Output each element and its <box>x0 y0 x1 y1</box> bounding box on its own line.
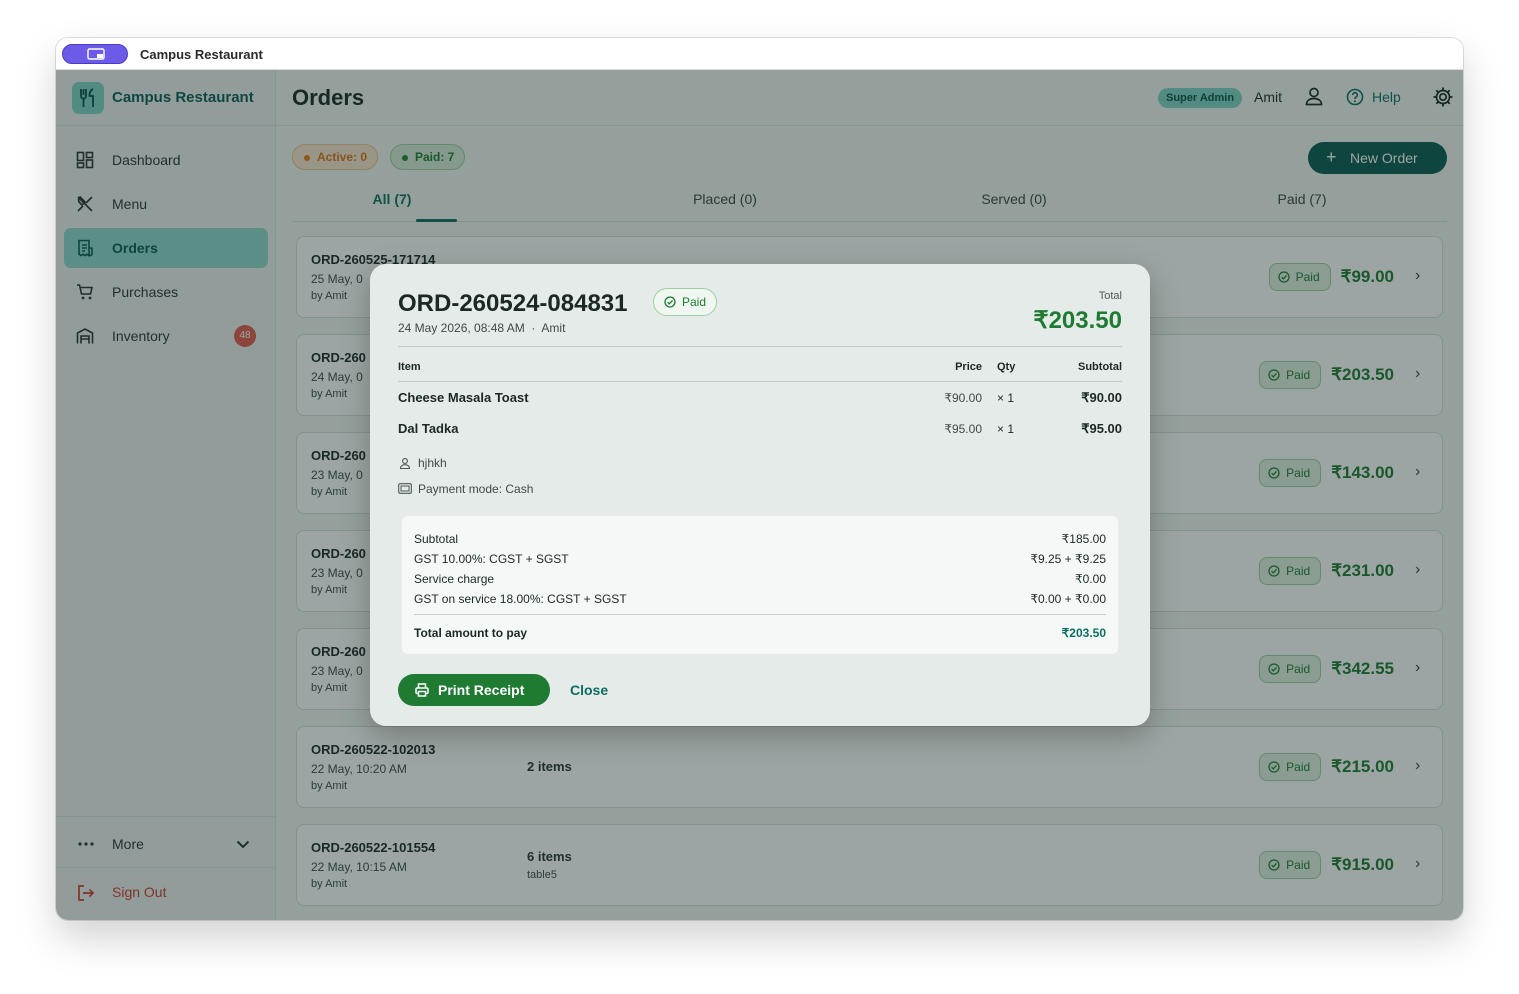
modal-order-id: ORD-260524-084831 <box>398 290 628 317</box>
screen-icon <box>87 48 105 60</box>
item-qty: × 1 <box>997 391 1015 405</box>
print-receipt-label: Print Receipt <box>438 682 525 698</box>
window-title: Campus Restaurant <box>140 47 263 62</box>
column-header-qty: Qty <box>997 361 1016 373</box>
item-name: Dal Tadka <box>398 421 459 436</box>
modal-total-amount: ₹203.50 <box>1033 307 1122 334</box>
close-button[interactable]: Close <box>570 682 608 698</box>
title-bar: Campus Restaurant <box>56 38 1463 70</box>
summary-value: ₹9.25 + ₹9.25 <box>1030 552 1106 566</box>
summary-value: ₹185.00 <box>1061 532 1106 546</box>
summary-row: Service charge ₹0.00 <box>414 572 1106 586</box>
payment-mode: Payment mode: Cash <box>418 482 534 496</box>
printer-icon <box>415 683 429 697</box>
app-window: Campus Restaurant Campus Restaurant Dash… <box>56 38 1463 920</box>
summary-label: Subtotal <box>414 532 459 546</box>
summary-value: ₹0.00 + ₹0.00 <box>1030 592 1106 606</box>
item-price: ₹95.00 <box>944 422 982 436</box>
summary-label: GST 10.00%: CGST + SGST <box>414 552 569 566</box>
summary-row: Subtotal ₹185.00 <box>414 532 1106 546</box>
print-receipt-button[interactable]: Print Receipt <box>398 674 550 706</box>
item-subtotal: ₹95.00 <box>1081 421 1122 436</box>
bill-summary: Subtotal ₹185.00 GST 10.00%: CGST + SGST ₹… <box>402 516 1118 654</box>
window-indicator[interactable] <box>62 44 128 64</box>
person-icon <box>399 458 411 469</box>
modal-status-badge: Paid <box>653 288 718 316</box>
modal-status-label: Paid <box>682 295 707 309</box>
modal-divider <box>398 346 1122 347</box>
modal-order-meta: 24 May 2026, 08:48 AM · Amit <box>398 321 566 335</box>
summary-row: GST on service 18.00%: CGST + SGST ₹0.00 … <box>414 592 1106 606</box>
summary-divider <box>414 614 1106 615</box>
item-subtotal: ₹90.00 <box>1081 390 1122 405</box>
column-header-subtotal: Subtotal <box>1078 361 1122 373</box>
order-detail-modal: ORD-260524-084831 Paid 24 May 2026, 08:4… <box>370 264 1150 726</box>
table-header-divider <box>398 381 1122 382</box>
item-name: Cheese Masala Toast <box>398 390 529 405</box>
summary-label: GST on service 18.00%: CGST + SGST <box>414 592 627 606</box>
summary-row: GST 10.00%: CGST + SGST ₹9.25 + ₹9.25 <box>414 552 1106 566</box>
modal-total-label: Total <box>1098 290 1122 302</box>
check-circle-icon <box>664 296 676 308</box>
total-to-pay-value: ₹203.50 <box>1061 626 1106 640</box>
total-to-pay-row: Total amount to pay ₹203.50 <box>414 626 1106 640</box>
summary-value: ₹0.00 <box>1075 572 1106 586</box>
column-header-price: Price <box>955 361 982 373</box>
item-qty: × 1 <box>997 422 1015 436</box>
column-header-item: Item <box>398 361 421 373</box>
customer-name: hjhkh <box>418 456 447 470</box>
cash-icon <box>398 483 412 494</box>
total-to-pay-label: Total amount to pay <box>414 626 528 640</box>
item-price: ₹90.00 <box>944 391 982 405</box>
summary-label: Service charge <box>414 572 495 586</box>
app-body: Campus Restaurant Dashboard Menu Orders … <box>56 70 1463 920</box>
